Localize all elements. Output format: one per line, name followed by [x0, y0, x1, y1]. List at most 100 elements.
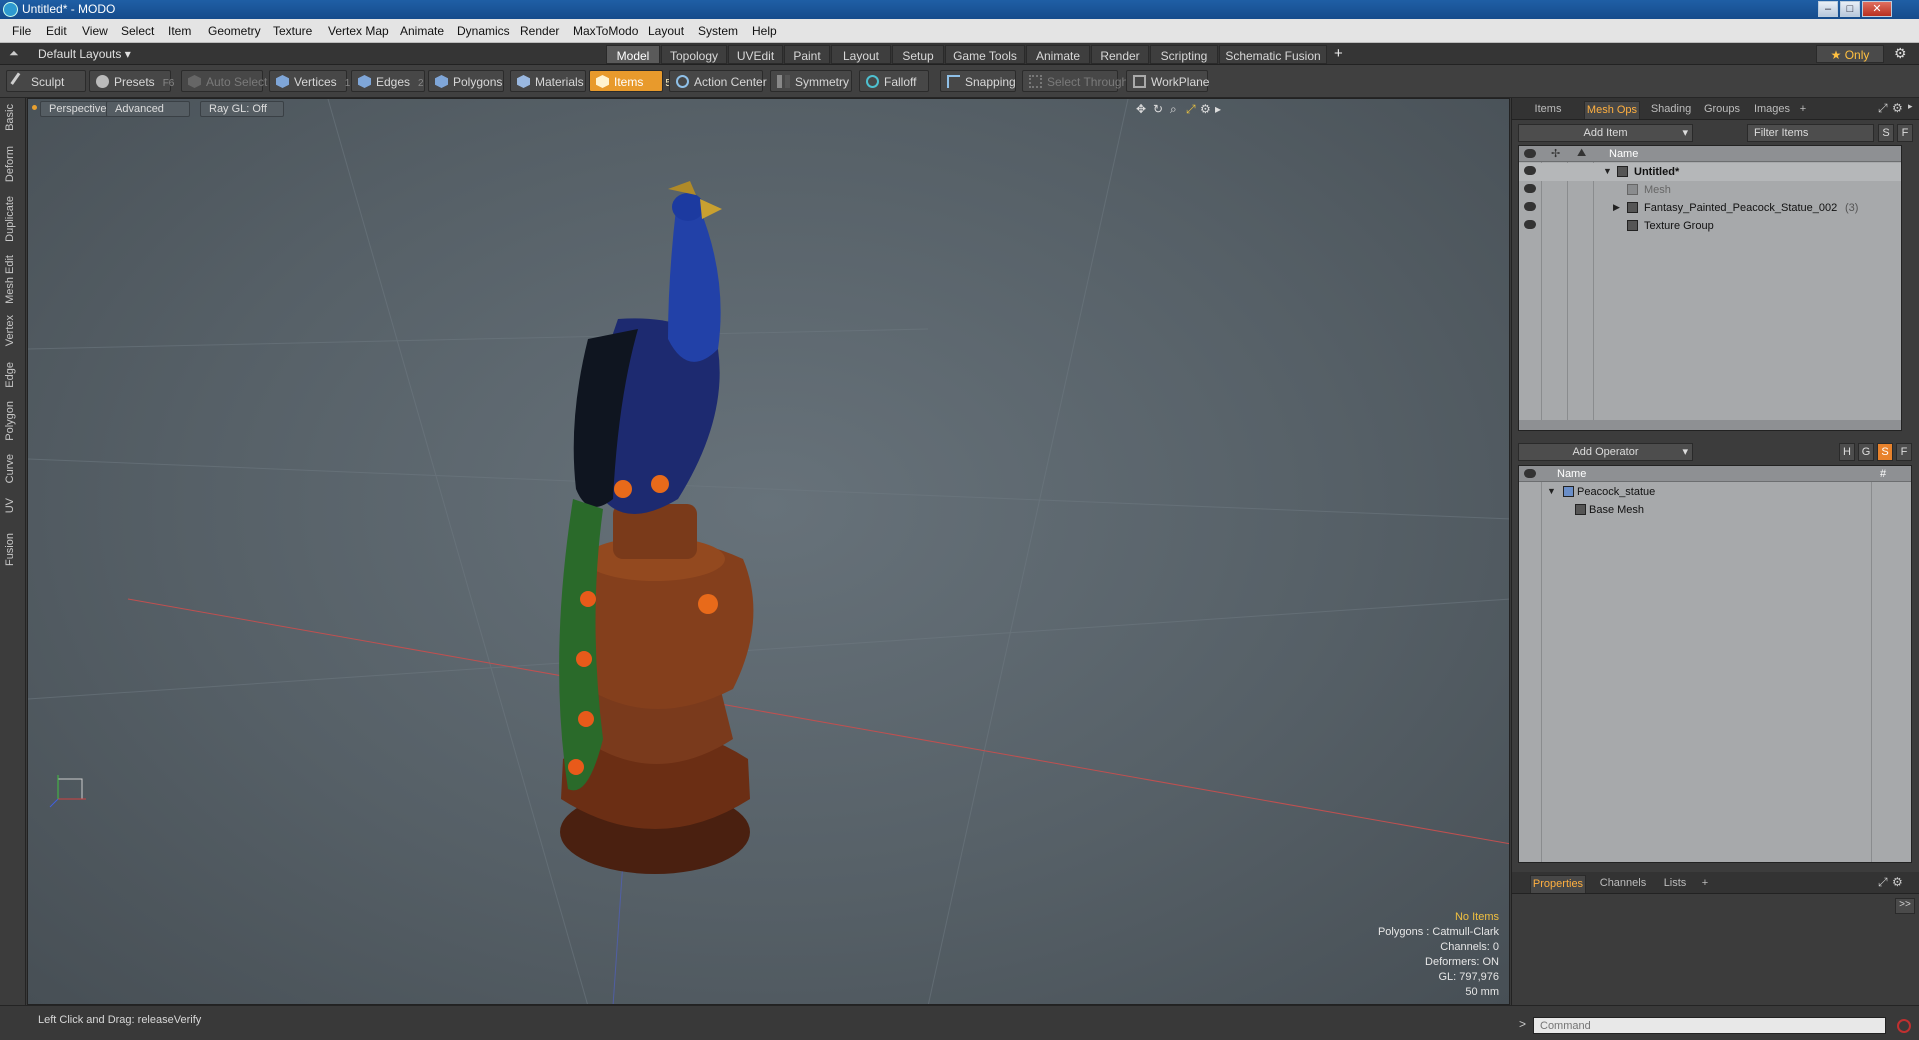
left-tab-duplicate[interactable]: Duplicate	[4, 196, 22, 242]
left-tab-fusion[interactable]: Fusion	[4, 533, 22, 566]
add-operator-button[interactable]: Add Operator ▾	[1518, 443, 1693, 461]
tab-images[interactable]: Images	[1750, 101, 1794, 119]
visibility-eye-icon[interactable]	[1524, 184, 1536, 193]
properties-expand-icon[interactable]: ⤢	[1878, 875, 1888, 890]
tab-schematic-fusion[interactable]: Schematic Fusion	[1219, 45, 1327, 64]
operator-h-button[interactable]: H	[1839, 443, 1855, 461]
visibility-eye-icon[interactable]	[1524, 166, 1536, 175]
move-view-icon[interactable]: ✥	[1136, 102, 1146, 116]
scene-add-tab-button[interactable]: +	[1796, 101, 1810, 119]
rotate-view-icon[interactable]: ↻	[1153, 102, 1163, 116]
item-list-hscrollbar[interactable]	[1519, 420, 1901, 430]
tab-animate[interactable]: Animate	[1026, 45, 1090, 64]
symmetry-button[interactable]: Symmetry	[770, 70, 852, 92]
scene-menu-arrow-icon[interactable]: ▸	[1908, 101, 1913, 112]
operator-row-peacock-statue[interactable]: ▼ Peacock_statue	[1519, 483, 1911, 501]
only-toggle[interactable]: ★ Only	[1816, 45, 1884, 63]
filter-s-button[interactable]: S	[1878, 124, 1894, 142]
left-tab-vertex[interactable]: Vertex	[4, 315, 22, 346]
menu-dynamics[interactable]: Dynamics	[457, 24, 510, 38]
left-tab-uv[interactable]: UV	[4, 498, 22, 513]
visibility-eye-icon[interactable]	[1524, 202, 1536, 211]
close-button[interactable]: ✕	[1862, 1, 1892, 17]
left-tab-curve[interactable]: Curve	[4, 454, 22, 483]
viewport-menu-arrow-icon[interactable]: ▸	[1215, 102, 1221, 116]
menu-texture[interactable]: Texture	[273, 24, 312, 38]
properties-settings-icon[interactable]: ⚙	[1892, 875, 1903, 889]
menu-maxtomodo[interactable]: MaxToModo	[573, 24, 638, 38]
scene-row-mesh[interactable]: Mesh	[1519, 181, 1901, 199]
ray-gl-button[interactable]: Ray GL: Off	[200, 101, 284, 117]
menu-render[interactable]: Render	[520, 24, 559, 38]
filter-items-input[interactable]: Filter Items	[1747, 124, 1874, 142]
minimize-button[interactable]: –	[1818, 1, 1838, 17]
menu-geometry[interactable]: Geometry	[208, 24, 261, 38]
filter-f-button[interactable]: F	[1897, 124, 1913, 142]
menu-view[interactable]: View	[82, 24, 108, 38]
materials-button[interactable]: Materials	[510, 70, 586, 92]
tab-lists[interactable]: Lists	[1658, 875, 1692, 893]
menu-edit[interactable]: Edit	[46, 24, 67, 38]
collapse-triangle-icon[interactable]: ▼	[1547, 486, 1556, 496]
properties-expand-button[interactable]: >>	[1895, 898, 1915, 914]
layout-up-icon[interactable]: ⏶	[9, 46, 19, 61]
select-through-button[interactable]: Select Through	[1022, 70, 1128, 92]
collapse-triangle-icon[interactable]: ▼	[1603, 166, 1612, 176]
operator-s-button[interactable]: S	[1877, 443, 1893, 461]
fit-view-icon[interactable]: ⤢	[1186, 102, 1196, 117]
auto-select-button[interactable]: Auto Select	[181, 70, 267, 92]
tab-game-tools[interactable]: Game Tools	[945, 45, 1025, 64]
view-perspective-button[interactable]: Perspective	[40, 101, 110, 117]
add-tab-button[interactable]: +	[1334, 45, 1343, 62]
menu-item[interactable]: Item	[168, 24, 191, 38]
tab-items[interactable]: Items	[1530, 101, 1566, 119]
tab-model[interactable]: Model	[606, 45, 660, 64]
polygons-button[interactable]: Polygons	[428, 70, 504, 92]
scene-row-peacock-statue[interactable]: ▶ Fantasy_Painted_Peacock_Statue_002 (3)	[1519, 199, 1901, 217]
operator-row-base-mesh[interactable]: Base Mesh	[1519, 501, 1911, 519]
tab-uvedit[interactable]: UVEdit	[728, 45, 783, 64]
menu-vertex-map[interactable]: Vertex Map	[328, 24, 389, 38]
command-input[interactable]	[1533, 1017, 1886, 1034]
menu-select[interactable]: Select	[121, 24, 154, 38]
presets-button[interactable]: Presets F6	[89, 70, 174, 92]
sculpt-button[interactable]: Sculpt	[6, 70, 86, 92]
properties-add-tab-button[interactable]: +	[1698, 875, 1712, 893]
left-tab-edge[interactable]: Edge	[4, 362, 22, 388]
operator-g-button[interactable]: G	[1858, 443, 1874, 461]
3d-viewport[interactable]: Perspective Advanced Ray GL: Off ✥ ↻ ⌕ ⤢…	[27, 98, 1510, 1005]
record-macro-icon[interactable]	[1897, 1019, 1911, 1033]
visibility-eye-icon[interactable]	[1524, 220, 1536, 229]
action-center-button[interactable]: Action Center	[669, 70, 767, 92]
tab-scripting[interactable]: Scripting	[1150, 45, 1218, 64]
tab-render[interactable]: Render	[1091, 45, 1149, 64]
add-item-button[interactable]: Add Item ▾	[1518, 124, 1693, 142]
workplane-button[interactable]: WorkPlane	[1126, 70, 1209, 92]
menu-help[interactable]: Help	[752, 24, 777, 38]
menu-layout[interactable]: Layout	[648, 24, 684, 38]
zoom-view-icon[interactable]: ⌕	[1170, 102, 1177, 117]
tab-channels[interactable]: Channels	[1596, 875, 1650, 893]
tab-setup[interactable]: Setup	[892, 45, 944, 64]
viewport-settings-icon[interactable]: ⚙	[1200, 102, 1211, 116]
tab-shading[interactable]: Shading	[1647, 101, 1695, 119]
operator-f-button[interactable]: F	[1896, 443, 1912, 461]
menu-file[interactable]: File	[12, 24, 31, 38]
tab-topology[interactable]: Topology	[661, 45, 727, 64]
vertices-button[interactable]: Vertices 1	[269, 70, 350, 92]
menu-system[interactable]: System	[698, 24, 738, 38]
left-tab-deform[interactable]: Deform	[4, 146, 22, 182]
falloff-button[interactable]: Falloff	[859, 70, 929, 92]
snapping-button[interactable]: Snapping	[940, 70, 1016, 92]
scene-settings-icon[interactable]: ⚙	[1892, 101, 1903, 115]
tab-groups[interactable]: Groups	[1700, 101, 1744, 119]
maximize-button[interactable]: □	[1840, 1, 1860, 17]
menu-animate[interactable]: Animate	[400, 24, 444, 38]
scene-expand-icon[interactable]: ⤢	[1878, 101, 1888, 116]
view-advanced-button[interactable]: Advanced	[106, 101, 190, 117]
left-tab-basic[interactable]: Basic	[4, 104, 22, 131]
gear-icon[interactable]: ⚙	[1894, 45, 1907, 62]
tab-layout[interactable]: Layout	[831, 45, 891, 64]
expand-triangle-icon[interactable]: ▶	[1613, 202, 1620, 213]
items-button[interactable]: Items5	[589, 70, 671, 92]
